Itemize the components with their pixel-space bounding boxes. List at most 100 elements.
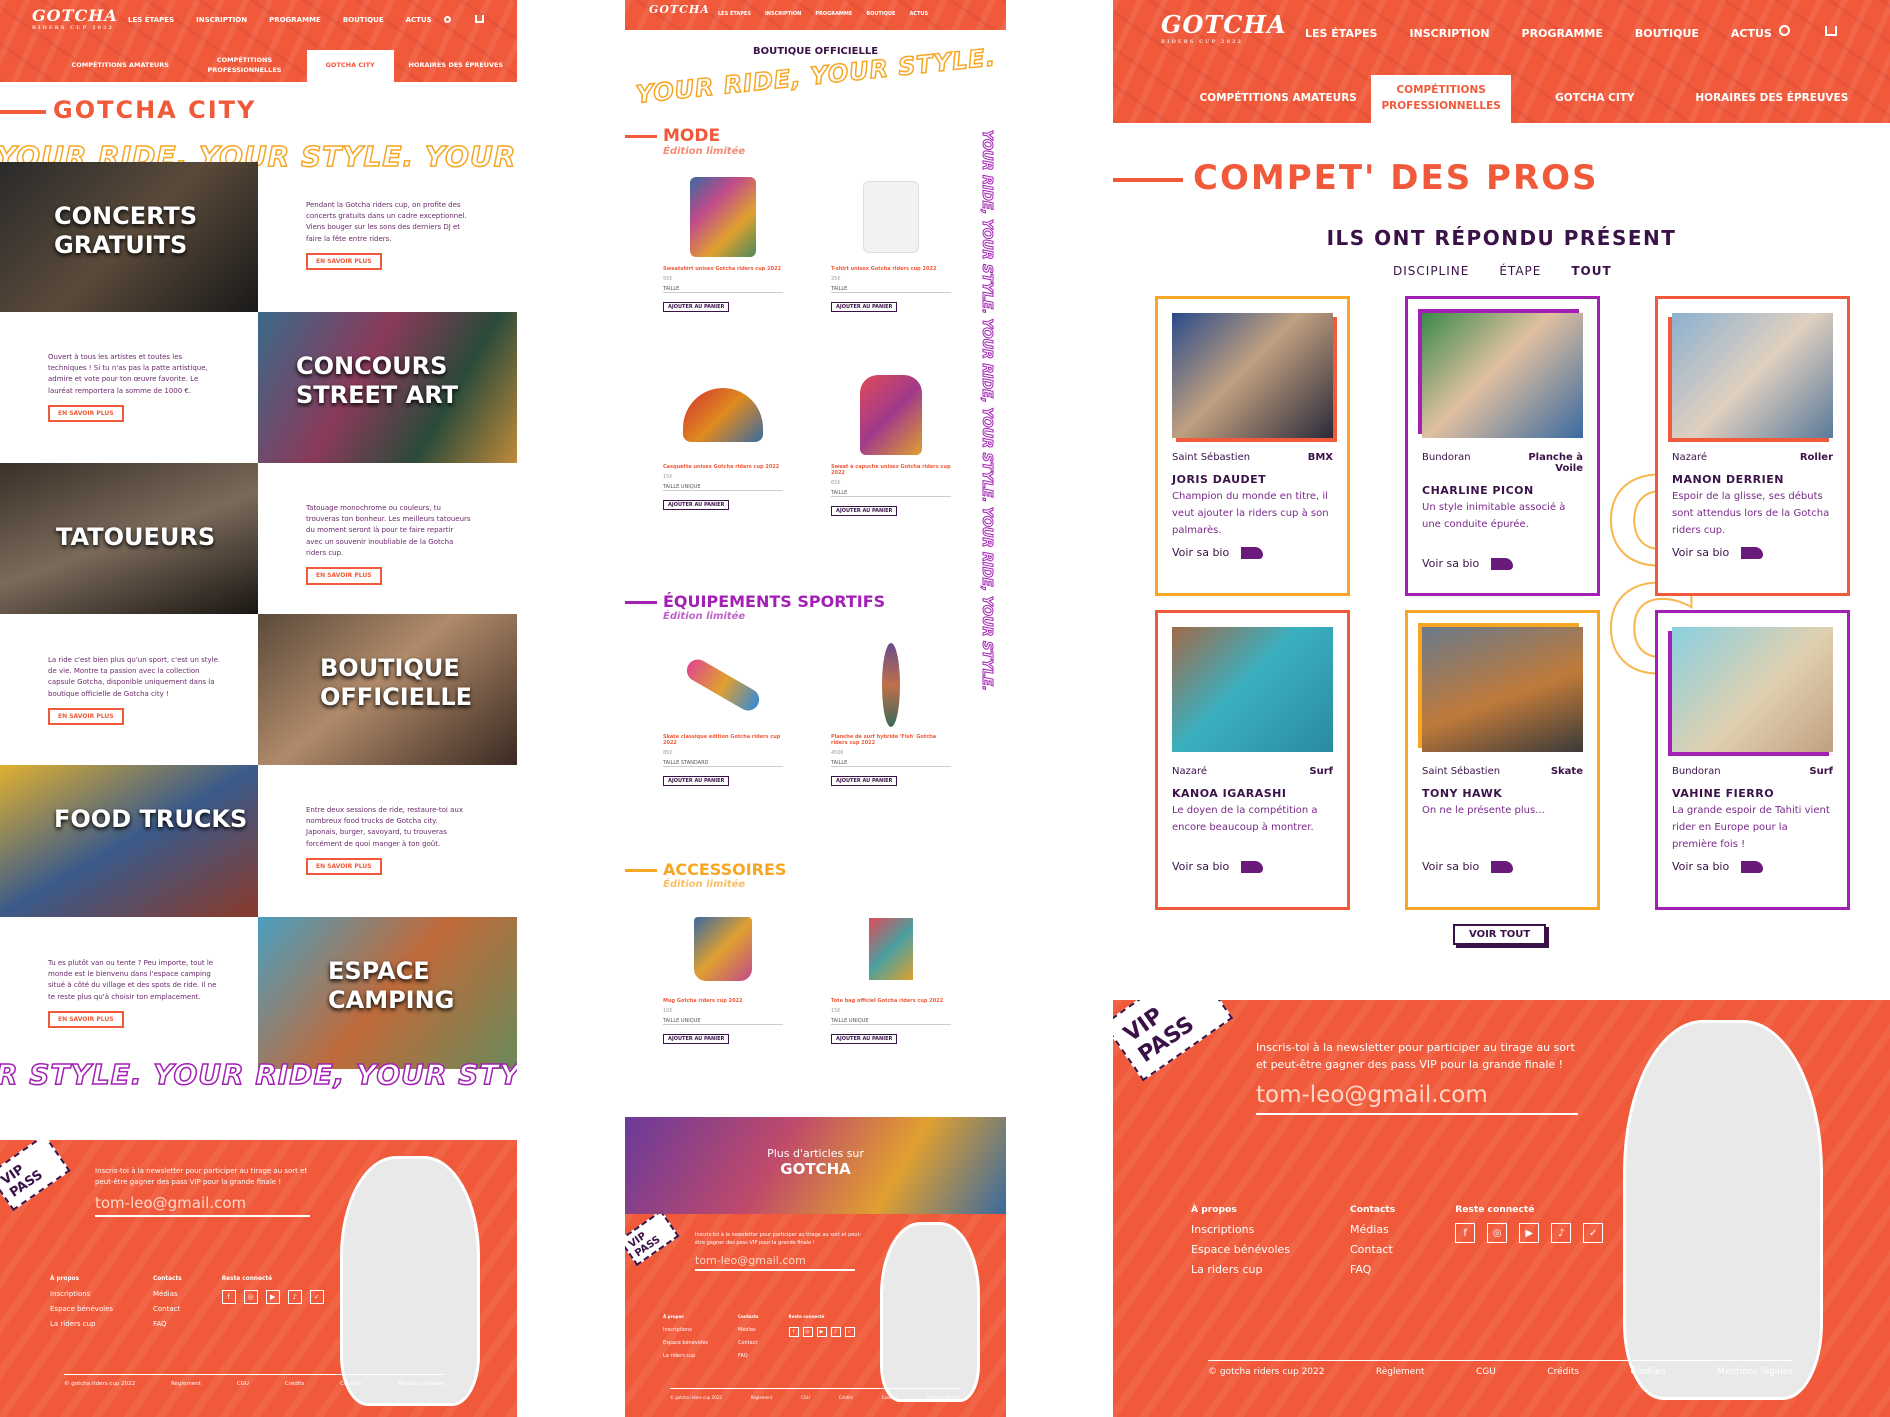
email-input[interactable]: tom-leo@gmail.com xyxy=(95,1194,310,1217)
nav-actus[interactable]: ACTUS xyxy=(406,16,432,24)
legal-link[interactable]: Règlement xyxy=(1376,1367,1425,1377)
instagram-icon[interactable]: ◎ xyxy=(243,1290,258,1304)
nav-boutique[interactable]: BOUTIQUE xyxy=(866,11,895,17)
cart-icon[interactable] xyxy=(1825,26,1837,36)
rider-card[interactable]: Nazaré Surf KANOA IGARASHI Le doyen de la… xyxy=(1155,610,1350,910)
filter-discipline[interactable]: DISCIPLINE xyxy=(1393,264,1469,278)
rider-card[interactable]: Saint Sébastien Skate TONY HAWK On ne le … xyxy=(1405,610,1600,910)
email-input[interactable]: tom-leo@gmail.com xyxy=(695,1254,855,1271)
rider-card[interactable]: Nazaré Roller MANON DERRIEN Espoir de la … xyxy=(1655,296,1850,596)
footer-link[interactable]: Espace bénévoles xyxy=(663,1340,708,1346)
tiktok-icon[interactable]: ♪ xyxy=(1551,1223,1572,1243)
rider-card[interactable]: Saint Sébastien BMX JORIS DAUDET Champion… xyxy=(1155,296,1350,596)
logo[interactable]: GOTCHA xyxy=(649,3,710,16)
legal-link[interactable]: Crédits xyxy=(285,1381,304,1387)
footer-link[interactable]: Contact xyxy=(1350,1243,1395,1256)
size-select[interactable]: TAILLE UNIQUE xyxy=(663,1018,783,1025)
twitter-icon[interactable]: ✓ xyxy=(844,1327,855,1337)
footer-link[interactable]: Inscriptions xyxy=(50,1290,113,1298)
logo[interactable]: GOTCHA RIDERS CUP 2022 xyxy=(32,6,118,31)
add-to-cart-button[interactable]: AJOUTER AU PANIER xyxy=(831,302,898,312)
size-select[interactable]: TAILLE xyxy=(831,286,951,293)
more-button[interactable]: EN SAVOIR PLUS xyxy=(48,1010,124,1029)
add-to-cart-button[interactable]: AJOUTER AU PANIER xyxy=(831,1034,898,1044)
user-icon[interactable] xyxy=(1779,25,1790,36)
size-select[interactable]: TAILLE STANDARD xyxy=(663,760,783,767)
footer-link[interactable]: FAQ xyxy=(153,1320,182,1328)
tab-horaires[interactable]: HORAIRES DES ÉPREUVES xyxy=(1679,75,1865,123)
facebook-icon[interactable]: f xyxy=(1455,1223,1476,1243)
size-select[interactable]: TAILLE xyxy=(663,286,783,293)
nav-actus[interactable]: ACTUS xyxy=(1731,27,1772,40)
footer-link[interactable]: La riders cup xyxy=(50,1320,113,1328)
nav-boutique[interactable]: BOUTIQUE xyxy=(1635,27,1699,40)
more-button[interactable]: EN SAVOIR PLUS xyxy=(48,404,124,423)
legal-link[interactable]: Crédits xyxy=(1547,1367,1579,1377)
facebook-icon[interactable]: f xyxy=(788,1327,799,1337)
nav-actus[interactable]: ACTUS xyxy=(909,11,928,17)
footer-link[interactable]: Contact xyxy=(738,1340,759,1346)
bio-link[interactable]: Voir sa bio xyxy=(1172,546,1333,559)
legal-link[interactable]: Mentions légales xyxy=(926,1395,960,1400)
product-card[interactable]: Sweat à capuche unisex Gotcha riders cup… xyxy=(831,370,951,516)
more-button[interactable]: EN SAVOIR PLUS xyxy=(48,707,124,726)
product-card[interactable]: Skate classique édition Gotcha riders cu… xyxy=(663,640,783,786)
tiktok-icon[interactable]: ♪ xyxy=(287,1290,302,1304)
legal-link[interactable]: CGU xyxy=(237,1381,249,1387)
legal-link[interactable]: Mentions légales xyxy=(398,1381,444,1387)
nav-etapes[interactable]: LES ÉTAPES xyxy=(1305,27,1377,40)
legal-link[interactable]: Crédits xyxy=(839,1395,853,1400)
nav-inscription[interactable]: INSCRIPTION xyxy=(196,16,247,24)
tab-horaires[interactable]: HORAIRES DES ÉPREUVES xyxy=(394,50,517,82)
size-select[interactable]: TAILLE UNIQUE xyxy=(831,1018,951,1025)
more-button[interactable]: EN SAVOIR PLUS xyxy=(306,566,382,585)
footer-link[interactable]: La riders cup xyxy=(663,1353,708,1359)
tab-pros[interactable]: COMPÉTITIONS PROFESSIONNELLES xyxy=(182,50,306,82)
size-select[interactable]: TAILLE UNIQUE xyxy=(663,484,783,491)
more-articles-banner[interactable]: Plus d'articles sur GOTCHA xyxy=(625,1117,1006,1214)
footer-link[interactable]: Médias xyxy=(738,1327,759,1333)
bio-link[interactable]: Voir sa bio xyxy=(1422,860,1583,873)
filter-tout[interactable]: TOUT xyxy=(1571,264,1611,278)
legal-link[interactable]: Règlement xyxy=(171,1381,201,1387)
nav-inscription[interactable]: INSCRIPTION xyxy=(765,11,801,17)
tab-gotcha-city[interactable]: GOTCHA CITY xyxy=(306,50,394,82)
legal-link[interactable]: Cookies xyxy=(1630,1367,1665,1377)
filter-etape[interactable]: ÉTAPE xyxy=(1499,264,1541,278)
footer-link[interactable]: Médias xyxy=(153,1290,182,1298)
add-to-cart-button[interactable]: AJOUTER AU PANIER xyxy=(663,776,730,786)
footer-link[interactable]: Espace bénévoles xyxy=(50,1305,113,1313)
footer-link[interactable]: Médias xyxy=(1350,1223,1395,1236)
tab-gotcha-city[interactable]: GOTCHA CITY xyxy=(1511,75,1679,123)
nav-etapes[interactable]: LES ÉTAPES xyxy=(128,16,174,24)
legal-link[interactable]: Cookies xyxy=(340,1381,362,1387)
instagram-icon[interactable]: ◎ xyxy=(1487,1223,1508,1243)
tab-amateurs[interactable]: COMPÉTITIONS AMATEURS xyxy=(58,50,182,82)
bio-link[interactable]: Voir sa bio xyxy=(1672,546,1833,559)
facebook-icon[interactable]: f xyxy=(221,1290,236,1304)
add-to-cart-button[interactable]: AJOUTER AU PANIER xyxy=(831,776,898,786)
footer-link[interactable]: FAQ xyxy=(1350,1263,1395,1276)
nav-etapes[interactable]: LES ÉTAPES xyxy=(718,11,751,17)
add-to-cart-button[interactable]: AJOUTER AU PANIER xyxy=(831,506,898,516)
youtube-icon[interactable]: ▶ xyxy=(816,1327,827,1337)
size-select[interactable]: TAILLE xyxy=(831,760,951,767)
twitter-icon[interactable]: ✓ xyxy=(1583,1223,1604,1243)
tab-pros[interactable]: COMPÉTITIONS PROFESSIONNELLES xyxy=(1371,75,1512,123)
rider-card[interactable]: Bundoran Planche à Voile CHARLINE PICON U… xyxy=(1405,296,1600,596)
nav-programme[interactable]: PROGRAMME xyxy=(1522,27,1603,40)
bio-link[interactable]: Voir sa bio xyxy=(1672,860,1833,873)
add-to-cart-button[interactable]: AJOUTER AU PANIER xyxy=(663,500,730,510)
instagram-icon[interactable]: ◎ xyxy=(802,1327,813,1337)
size-select[interactable]: TAILLE xyxy=(831,490,951,497)
footer-link[interactable]: Inscriptions xyxy=(1191,1223,1290,1236)
cart-icon[interactable] xyxy=(475,15,484,23)
product-card[interactable]: Casquette unisex Gotcha riders cup 2022 … xyxy=(663,370,783,510)
footer-link[interactable]: La riders cup xyxy=(1191,1263,1290,1276)
youtube-icon[interactable]: ▶ xyxy=(1519,1223,1540,1243)
more-button[interactable]: EN SAVOIR PLUS xyxy=(306,857,382,876)
legal-link[interactable]: Cookies xyxy=(882,1395,898,1400)
product-card[interactable]: T-shirt unisex Gotcha riders cup 2022 25… xyxy=(831,172,951,312)
bio-link[interactable]: Voir sa bio xyxy=(1172,860,1333,873)
product-card[interactable]: Tote bag officiel Gotcha riders cup 2022… xyxy=(831,904,951,1044)
